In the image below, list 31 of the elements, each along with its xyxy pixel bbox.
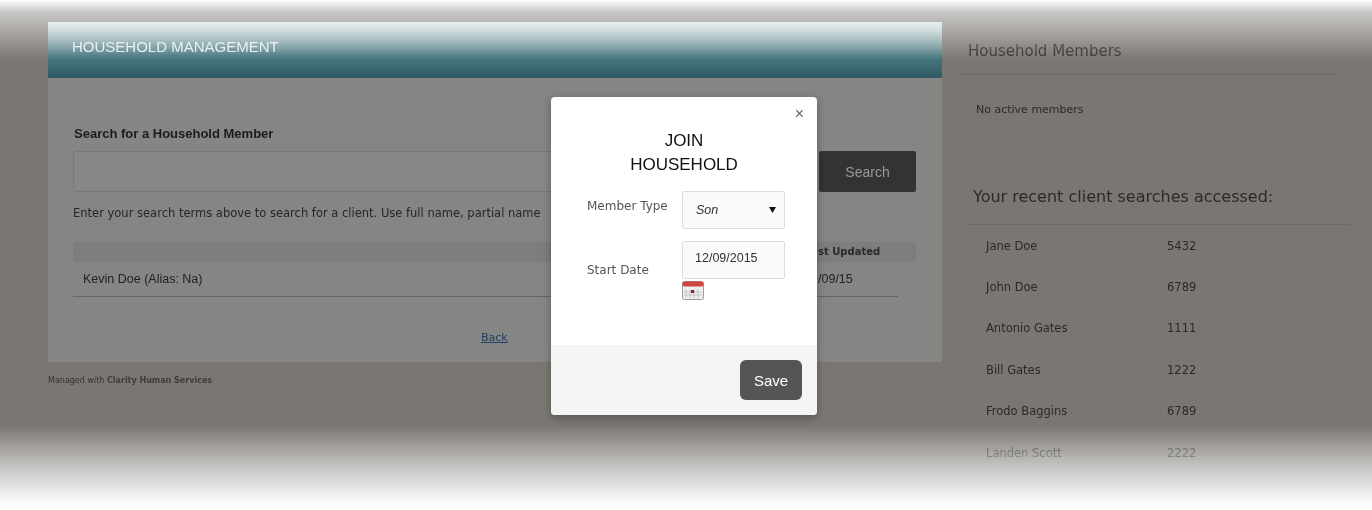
modal-title: JOIN HOUSEHOLD xyxy=(629,130,739,176)
recent-searches-title: Your recent client searches accessed: xyxy=(968,187,1350,225)
client-id: 1222 xyxy=(1167,362,1197,377)
client-name-link[interactable]: Bill Gates xyxy=(986,362,1167,377)
column-header: st Updated xyxy=(818,245,881,259)
empty-message: No active members xyxy=(976,103,1085,116)
client-id: 6789 xyxy=(1167,404,1197,419)
client-name-link[interactable]: John Doe xyxy=(986,280,1167,295)
search-help-text: Enter your search terms above to search for a client. Use full name, partial name xyxy=(73,206,542,220)
date-field[interactable]: 12/09/2015 xyxy=(682,241,785,279)
household-members-title: Household Members xyxy=(960,22,1335,75)
field-label: Member Type xyxy=(587,199,669,214)
search-button[interactable]: Search xyxy=(819,151,916,192)
caret-icon xyxy=(769,207,776,213)
footer-text: Managed with Clarity Human Services xyxy=(48,376,213,385)
calendar-icon[interactable] xyxy=(682,281,704,300)
back-link[interactable]: Back xyxy=(481,331,508,344)
client-name-link[interactable]: Frodo Baggins xyxy=(986,404,1167,419)
search-heading: Search for a Household Member xyxy=(74,126,274,141)
save-button[interactable]: Save xyxy=(740,360,802,400)
table-cell-text: Kevin Doe (Alias: Na) xyxy=(83,272,204,286)
client-id: 1111 xyxy=(1167,321,1197,336)
close-button[interactable]: × xyxy=(794,105,804,123)
client-name-link[interactable]: Jane Doe xyxy=(986,238,1167,253)
table-cell: /09/15 xyxy=(818,272,853,286)
client-id: 6789 xyxy=(1167,280,1197,295)
client-name-link[interactable]: Antonio Gates xyxy=(986,321,1167,336)
field-label: Start Date xyxy=(587,263,650,278)
client-id: 5432 xyxy=(1167,238,1197,253)
member-type-select[interactable]: Son xyxy=(682,191,785,229)
page-title: HOUSEHOLD MANAGEMENT xyxy=(72,38,279,55)
